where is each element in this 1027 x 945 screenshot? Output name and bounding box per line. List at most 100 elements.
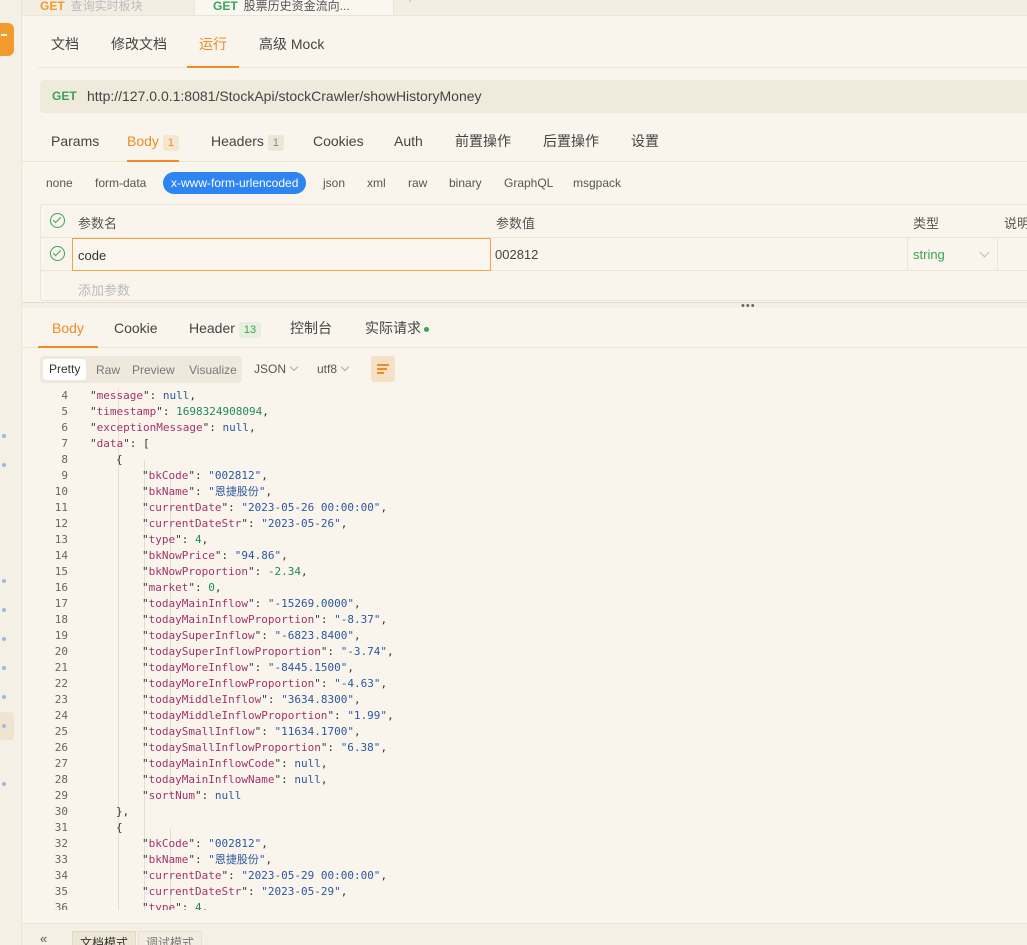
tab-run[interactable]: 运行	[187, 22, 239, 68]
code-punct: ,	[353, 629, 361, 642]
code-punct: ,	[320, 757, 328, 770]
param-type-select[interactable]: string	[913, 247, 945, 262]
line-number: 19	[54, 629, 68, 642]
body-type-graphql[interactable]: GraphQL	[504, 172, 553, 194]
collapse-icon[interactable]: «	[40, 931, 47, 945]
tab-settings[interactable]: 设置	[631, 122, 659, 162]
wrap-icon	[377, 364, 389, 366]
body-type-form-data[interactable]: form-data	[95, 172, 146, 194]
add-param-input[interactable]: 添加参数	[78, 280, 130, 299]
chevron-down-icon[interactable]	[979, 247, 990, 258]
col-desc: 说明	[1004, 216, 1027, 231]
code-punct: ,	[347, 661, 354, 674]
json-key: todayMainInflowCode	[148, 757, 275, 770]
request-tab[interactable]: GET 查询实时板块	[22, 0, 194, 15]
json-key: todayMainInflow	[148, 597, 248, 610]
code-line: 5 "timestamp": 1698324908094,	[40, 404, 1027, 420]
drag-handle-icon[interactable]: •••	[741, 301, 756, 312]
json-key: bkCode	[148, 837, 189, 850]
body-type-raw[interactable]: raw	[408, 172, 427, 194]
body-type-json[interactable]: json	[323, 172, 345, 194]
line-number: 13	[54, 533, 68, 546]
json-value: "3634.8300"	[281, 693, 354, 706]
json-key: bkName	[148, 485, 189, 498]
row-enabled-checkbox[interactable]	[50, 246, 65, 261]
tab-title: 查询实时板块	[70, 0, 143, 13]
encoding-select[interactable]: utf8	[317, 362, 350, 376]
request-tab-active[interactable]: GET 股票历史资金流向...	[194, 0, 394, 15]
view-visualize[interactable]: Visualize	[183, 360, 243, 380]
rail-dot	[2, 579, 6, 583]
line-number: 27	[54, 757, 68, 770]
tab-docs[interactable]: 文档	[51, 22, 79, 68]
code-text: "todayMainInflow": "-15269.0000",	[142, 597, 361, 610]
code-text: "currentDateStr": "2023-05-29",	[142, 885, 348, 898]
tab-params[interactable]: Params	[51, 122, 99, 162]
body-type-msgpack[interactable]: msgpack	[573, 172, 621, 194]
body-type-urlencoded[interactable]: x-www-form-urlencoded	[163, 172, 307, 194]
tab-console[interactable]: 控制台	[290, 310, 332, 348]
tab-auth[interactable]: Auth	[394, 122, 423, 162]
count-badge: 13	[238, 322, 262, 338]
json-key: todayMoreInflow	[148, 661, 248, 674]
json-value: "002812"	[208, 837, 262, 850]
code-text: "bkName": "恩捷股份",	[142, 853, 273, 866]
select-all-checkbox[interactable]	[50, 213, 65, 228]
param-name-input[interactable]: code	[72, 238, 491, 271]
view-pretty[interactable]: Pretty	[43, 359, 87, 380]
json-key: todayMainInflowName	[148, 773, 275, 786]
line-number: 36	[54, 901, 68, 910]
code-line: 4 "message": null,	[40, 388, 1027, 404]
line-number: 8	[61, 453, 68, 466]
http-method[interactable]: GET	[52, 89, 77, 103]
tab-body[interactable]: Body 1	[127, 122, 180, 162]
format-value: JSON	[254, 362, 287, 376]
line-number: 10	[54, 485, 68, 498]
tab-label: Headers	[211, 133, 264, 149]
tab-response-body[interactable]: Body	[38, 310, 98, 348]
rail-dot	[2, 695, 6, 699]
code-line: 13 "type": 4,	[40, 532, 1027, 548]
col-type: 类型	[913, 216, 940, 231]
json-response-viewer[interactable]: 4 "message": null, 5 "timestamp": 169832490…	[40, 388, 1027, 910]
tab-cookies[interactable]: Cookies	[313, 122, 364, 162]
body-type-binary[interactable]: binary	[449, 172, 482, 194]
json-value: null	[214, 789, 242, 802]
doc-mode-button[interactable]: 文档模式	[72, 931, 137, 945]
tab-post-ops[interactable]: 后置操作	[543, 122, 599, 162]
json-key: currentDate	[148, 501, 222, 514]
code-text: "bkName": "恩捷股份",	[142, 485, 273, 498]
code-line: 9 "bkCode": "002812",	[40, 468, 1027, 484]
tab-edit-docs[interactable]: 修改文档	[111, 22, 167, 68]
tab-actual-request[interactable]: 实际请求	[365, 310, 429, 348]
body-type-selector: none form-data x-www-form-urlencoded jso…	[22, 170, 1027, 194]
body-type-none[interactable]: none	[46, 172, 73, 194]
view-preview[interactable]: Preview	[126, 360, 181, 380]
code-line: 32 "bkCode": "002812",	[40, 836, 1027, 852]
tab-response-cookie[interactable]: Cookie	[114, 310, 158, 348]
url-input[interactable]: http://127.0.0.1:8081/StockApi/stockCraw…	[87, 88, 482, 104]
format-select[interactable]: JSON	[254, 362, 299, 376]
rail-dot	[2, 637, 6, 641]
json-key: type	[148, 533, 176, 546]
debug-mode-button[interactable]: 调试模式	[138, 931, 203, 945]
chevron-down-icon	[340, 362, 350, 372]
sidebar-toggle-button[interactable]	[0, 23, 14, 56]
add-tab-button[interactable]: +	[406, 0, 414, 6]
tab-response-header[interactable]: Header 13	[189, 310, 262, 348]
url-bar[interactable]: GET http://127.0.0.1:8081/StockApi/stock…	[40, 80, 1027, 113]
view-raw[interactable]: Raw	[90, 360, 126, 380]
tab-pre-ops[interactable]: 前置操作	[455, 122, 511, 162]
code-punct: ,	[300, 565, 308, 578]
tab-headers[interactable]: Headers 1	[211, 122, 285, 162]
body-type-xml[interactable]: xml	[367, 172, 386, 194]
tab-mock[interactable]: 高级 Mock	[259, 22, 324, 68]
word-wrap-button[interactable]	[371, 356, 395, 382]
code-punct: ,	[261, 837, 268, 850]
json-key: todayMoreInflowProportion	[148, 677, 315, 690]
code-line: 22 "todayMoreInflowProportion": "-4.63",	[40, 676, 1027, 692]
code-text: "message": null,	[90, 389, 196, 402]
panel-splitter[interactable]: •••	[22, 301, 1027, 312]
param-value-input[interactable]: 002812	[495, 247, 538, 262]
code-punct: ,	[214, 581, 222, 594]
